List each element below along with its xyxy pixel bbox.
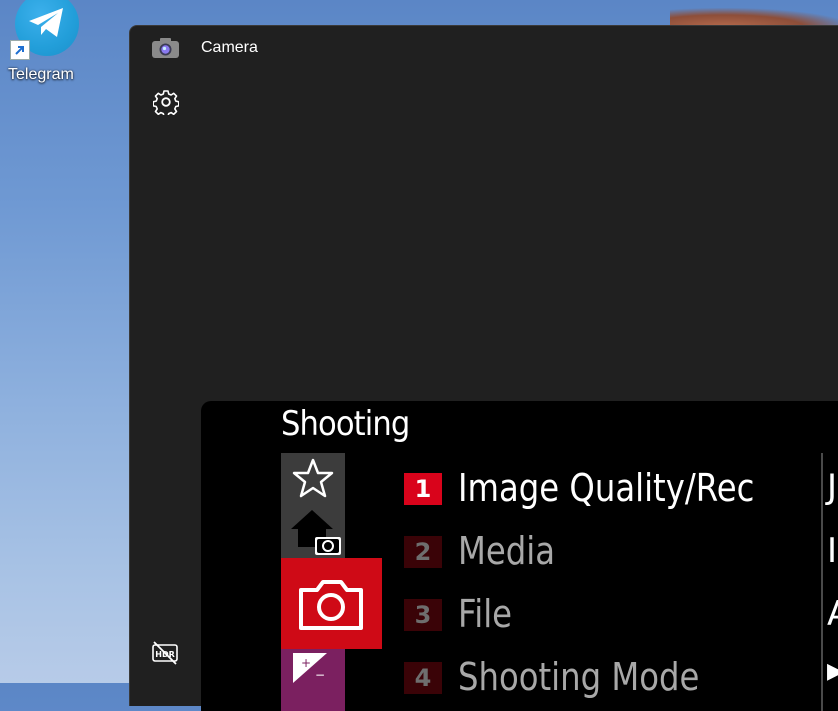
svg-text:+: + <box>301 656 311 670</box>
telegram-label: Telegram <box>8 66 74 83</box>
row-label: Image Quality/Rec <box>458 466 755 510</box>
gear-icon <box>152 90 180 118</box>
peek-text: A <box>827 594 838 634</box>
peek-text: J <box>827 467 838 507</box>
category-home <box>281 505 345 559</box>
shortcut-arrow-icon <box>10 40 30 60</box>
hdr-off-icon: HDR <box>152 641 178 665</box>
telegram-desktop-shortcut[interactable]: Telegram <box>4 0 84 92</box>
window-title: Camera <box>201 39 258 56</box>
home-camera-icon <box>291 510 341 555</box>
row-label: File <box>458 592 513 636</box>
row-label: Media <box>458 529 556 573</box>
row-number: 2 <box>404 536 442 568</box>
category-exposure: + − <box>281 649 345 711</box>
peek-text: ▶ <box>827 659 838 684</box>
row-number: 3 <box>404 599 442 631</box>
category-camera <box>281 558 382 649</box>
exposure-icon: + − <box>293 653 327 683</box>
row-number: 4 <box>404 662 442 694</box>
camera-icon <box>299 580 363 630</box>
category-star <box>281 453 345 505</box>
title-bar[interactable]: Camera <box>130 26 838 72</box>
menu-title: Shooting <box>281 404 410 444</box>
camera-viewfinder[interactable]: Shooting + − 1 Image Quality/Rec 2 Media… <box>201 401 838 711</box>
row-label: Shooting Mode <box>458 655 700 699</box>
row-number: 1 <box>404 473 442 505</box>
camera-app-icon <box>152 38 179 62</box>
svg-text:HDR: HDR <box>155 650 175 659</box>
peek-text: I <box>827 531 838 571</box>
hdr-toggle-button[interactable]: HDR <box>151 640 181 668</box>
column-divider <box>821 453 823 711</box>
svg-text:−: − <box>315 668 325 682</box>
settings-button[interactable] <box>152 89 181 118</box>
camera-window: Camera HDR Shooting + − 1 Image Quality/… <box>129 25 838 711</box>
star-icon <box>292 458 334 498</box>
